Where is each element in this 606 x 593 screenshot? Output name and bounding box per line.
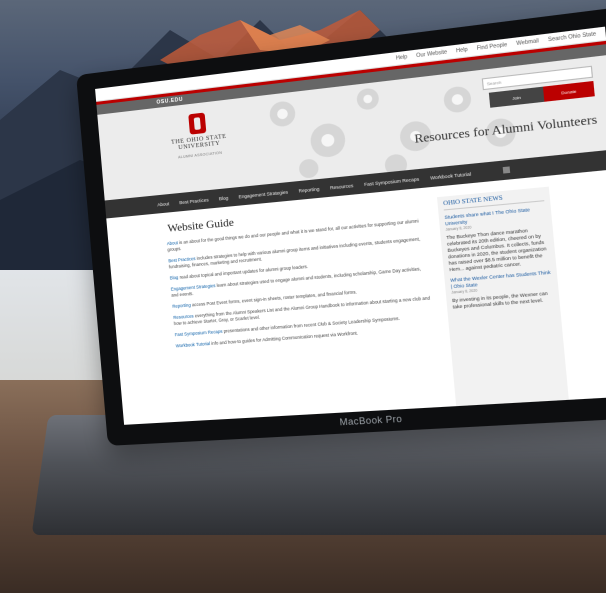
topbar-link[interactable]: Help: [456, 47, 468, 55]
laptop-screen: Help Our Website Help Find People Webmai…: [95, 27, 606, 425]
nav-item-engagement[interactable]: Engagement Strategies: [238, 189, 288, 199]
photo-scene: Help Our Website Help Find People Webmai…: [0, 0, 606, 593]
guide-link[interactable]: Reporting: [172, 302, 191, 309]
nav-item-resources[interactable]: Resources: [330, 182, 354, 190]
topbar-link[interactable]: Search Ohio State: [548, 31, 597, 43]
nav-item-workbook[interactable]: Workbook Tutorial: [430, 171, 471, 180]
university-logo[interactable]: THE OHIO STATE UNIVERSITY ALUMNI ASSOCIA…: [156, 109, 242, 162]
guide-link[interactable]: Fast Symposium Recaps: [175, 329, 223, 338]
guide-link[interactable]: About: [167, 240, 179, 246]
nav-item-blog[interactable]: Blog: [219, 195, 229, 201]
guide-link[interactable]: Blog: [170, 275, 179, 281]
block-o-icon: [188, 113, 206, 135]
nav-item-symposium[interactable]: Fast Symposium Recaps: [364, 176, 419, 187]
nav-item-reporting[interactable]: Reporting: [298, 186, 319, 193]
laptop-lid: Help Our Website Help Find People Webmai…: [76, 6, 606, 445]
main-content: Website Guide About is an about for the …: [157, 199, 446, 425]
nav-item-best-practices[interactable]: Best Practices: [179, 197, 209, 205]
topbar-link[interactable]: Webmail: [516, 38, 539, 47]
guide-link[interactable]: Workbook Tutorial: [176, 341, 211, 349]
rss-icon[interactable]: [503, 166, 510, 173]
nav-item-about[interactable]: About: [157, 201, 169, 207]
topbar-link[interactable]: Our Website: [416, 49, 448, 59]
news-sidebar: OHIO STATE NEWS Students share what I Th…: [437, 187, 574, 425]
news-text: The Buckeye Thon dance marathon celebrat…: [446, 226, 550, 273]
topbar-link[interactable]: Find People: [477, 42, 508, 52]
donate-button[interactable]: Donate: [543, 81, 595, 102]
topbar-link[interactable]: Help: [396, 54, 408, 62]
